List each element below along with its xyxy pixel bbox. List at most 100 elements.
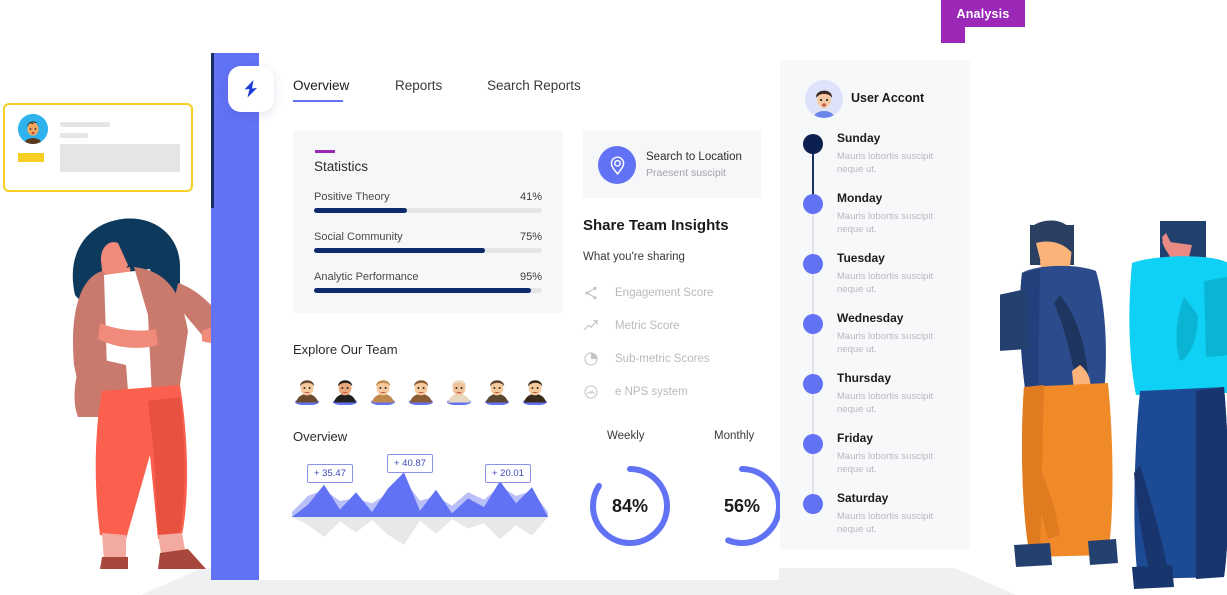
statistics-accent-dash: [315, 150, 335, 153]
stat-row-analytic-performance: Analytic Performance 95%: [314, 271, 542, 295]
team-section-title: Explore Our Team: [293, 342, 398, 357]
share-item-label: Engagement Score: [615, 287, 714, 299]
app-logo-tile[interactable]: [228, 66, 274, 112]
timeline-day-label: Sunday: [837, 131, 881, 145]
analysis-badge-step: [941, 27, 965, 43]
stat-row-positive-theory: Positive Theory 41%: [314, 191, 542, 215]
highlight-avatar-glyph: [18, 114, 48, 144]
location-pin-glyph: [610, 155, 624, 175]
left-brand-panel: [211, 53, 259, 580]
stat-percent: 41%: [519, 191, 542, 203]
monthly-donut: 56%: [699, 463, 785, 549]
account-name: User Accont: [851, 91, 925, 105]
tab-reports-label: Reports: [395, 78, 443, 93]
analysis-badge[interactable]: Analysis: [941, 0, 1025, 27]
stat-track: [314, 248, 542, 253]
timeline-day-label: Monday: [837, 191, 883, 205]
search-location-subtitle: Praesent suscipit: [646, 167, 726, 179]
timeline-day-description: Mauris lobortis suscipit neque ut.: [837, 511, 934, 535]
share-insights-title: Share Team Insights: [583, 217, 729, 234]
share-item-label: e NPS system: [615, 386, 688, 398]
share-insights-subtitle: What you're sharing: [583, 251, 685, 263]
timeline-dot[interactable]: [803, 314, 823, 334]
share-nodes-icon: [585, 286, 597, 300]
location-pin-icon: [598, 146, 636, 184]
timeline-day-description: Mauris lobortis suscipit neque ut.: [837, 451, 934, 475]
tab-overview[interactable]: Overview: [293, 78, 374, 102]
timeline-day-label: Thursday: [837, 371, 892, 385]
timeline-day-description: Mauris lobortis suscipit neque ut.: [837, 211, 934, 235]
timeline-day-description: Mauris lobortis suscipit neque ut.: [837, 151, 934, 175]
share-item-label: Sub-metric Scores: [615, 353, 710, 365]
team-avatar[interactable]: [484, 375, 510, 406]
statistics-title: Statistics: [314, 159, 369, 174]
timeline-day-label: Tuesday: [837, 251, 885, 265]
highlight-card-placeholder-block: [60, 144, 180, 172]
lightning-bolt-icon: [244, 80, 257, 98]
timeline-dot[interactable]: [803, 254, 823, 274]
timeline-day-label: Wednesday: [837, 311, 904, 325]
share-item-sub-metric-scores[interactable]: Sub-metric Scores: [583, 351, 710, 367]
pie-chart-icon: [584, 352, 598, 366]
gauge-icon: [584, 385, 598, 399]
trending-up-icon: [583, 320, 598, 331]
stat-track: [314, 208, 542, 213]
stat-fill: [314, 208, 408, 213]
highlight-card-avatar: [18, 114, 48, 144]
timeline-dot[interactable]: [803, 374, 823, 394]
tab-search-reports-label: Search Reports: [487, 78, 581, 93]
stat-label: Positive Theory: [314, 191, 390, 203]
tab-overview-label: Overview: [293, 78, 350, 93]
team-avatar[interactable]: [332, 375, 358, 406]
timeline-dot[interactable]: [803, 194, 823, 214]
stat-row-social-community: Social Community 75%: [314, 231, 542, 255]
team-avatar-row: [294, 375, 548, 406]
illustration-woman: [72, 218, 230, 569]
timeline-dot[interactable]: [803, 434, 823, 454]
overview-annotation-1: + 35.47: [307, 464, 353, 483]
share-item-metric-score[interactable]: Metric Score: [583, 318, 680, 334]
highlight-card-accent-bar: [18, 153, 44, 162]
monthly-donut-label: Monthly: [714, 430, 755, 442]
stat-percent: 75%: [519, 231, 542, 243]
timeline-day-label: Saturday: [837, 491, 889, 505]
tab-reports[interactable]: Reports: [395, 78, 467, 102]
tab-search-reports[interactable]: Search Reports: [487, 78, 597, 102]
weekly-donut-value: 84%: [611, 495, 649, 516]
share-item-enps-system[interactable]: e NPS system: [583, 384, 688, 400]
timeline-day-description: Mauris lobortis suscipit neque ut.: [837, 271, 934, 295]
timeline-day-description: Mauris lobortis suscipit neque ut.: [837, 391, 934, 415]
stat-fill: [314, 288, 531, 293]
stat-fill: [314, 248, 485, 253]
stat-label: Social Community: [314, 231, 403, 243]
team-avatar[interactable]: [370, 375, 396, 406]
overview-chart-title: Overview: [293, 429, 348, 444]
stat-label: Analytic Performance: [314, 271, 419, 283]
monthly-donut-value: 56%: [723, 495, 761, 516]
main-tabs: Overview Reports Search Reports: [293, 78, 597, 102]
stat-percent: 95%: [519, 271, 542, 283]
team-avatar[interactable]: [446, 375, 472, 406]
share-item-label: Metric Score: [615, 320, 680, 332]
team-avatar[interactable]: [408, 375, 434, 406]
team-avatar[interactable]: [294, 375, 320, 406]
timeline-day-description: Mauris lobortis suscipit neque ut.: [837, 331, 934, 355]
highlight-card-placeholder-line-2: [60, 133, 88, 138]
timeline-dot[interactable]: [803, 494, 823, 514]
share-item-engagement-score[interactable]: Engagement Score: [583, 285, 713, 301]
left-panel-edge: [211, 53, 214, 208]
overview-annotation-3: + 20.01: [485, 464, 531, 483]
analysis-badge-label: Analysis: [956, 6, 1010, 21]
user-avatar-glyph: [805, 80, 843, 118]
illustration-two-men: [1000, 220, 1227, 589]
stat-track: [314, 288, 542, 293]
team-avatar[interactable]: [522, 375, 548, 406]
highlight-card-placeholder-line-1: [60, 122, 110, 127]
overview-annotation-2: + 40.87: [387, 454, 433, 473]
timeline-dot[interactable]: [803, 134, 823, 154]
user-avatar-icon[interactable]: [805, 80, 843, 118]
timeline-day-label: Friday: [837, 431, 874, 445]
weekly-donut: 84%: [587, 463, 673, 549]
weekly-donut-label: Weekly: [607, 430, 645, 442]
search-location-title: Search to Location: [646, 151, 742, 163]
